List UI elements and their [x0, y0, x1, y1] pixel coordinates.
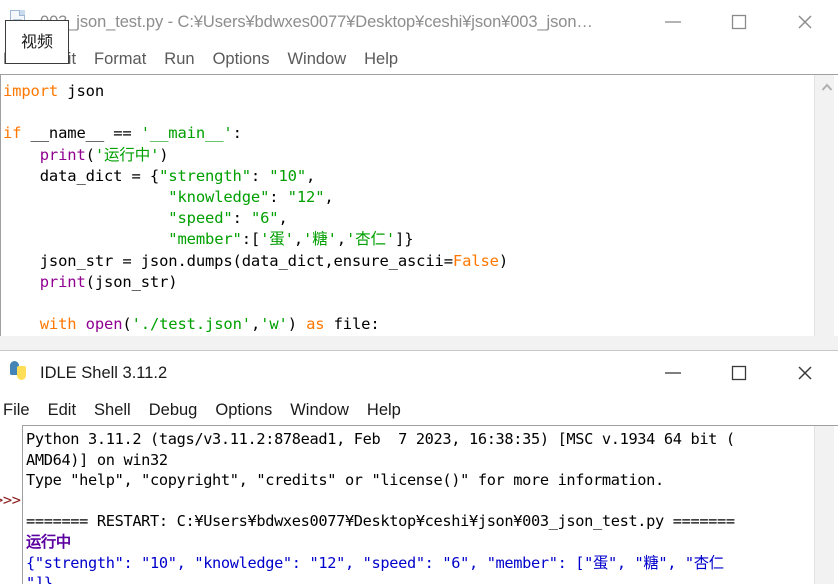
python-logo-icon: [10, 361, 32, 385]
editor-menu-format[interactable]: Format: [85, 44, 155, 74]
video-overlay-badge: 视频: [5, 20, 69, 64]
shell-line: "]}: [26, 574, 53, 584]
editor-title: 003_json_test.py - C:¥Users¥bdwxes0077¥D…: [40, 12, 593, 31]
editor-text-frame: import json if __name__ == '__main__': p…: [0, 74, 838, 336]
idle-shell-window: IDLE Shell 3.11.2 File Edit Shell Debug Opti…: [0, 350, 838, 584]
code-line: json_str = json.dumps(data_dict,ensure_a…: [3, 251, 509, 270]
code-line: if __name__ == '__main__':: [3, 124, 242, 143]
editor-horizontal-scrollbar[interactable]: [0, 336, 838, 350]
editor-menu-window[interactable]: Window: [278, 44, 355, 74]
shell-line: Type "help", "copyright", "credits" or "…: [26, 471, 664, 490]
shell-menu-window[interactable]: Window: [281, 395, 358, 425]
shell-text-frame: Python 3.11.2 (tags/v3.11.2:878ead1, Feb…: [22, 425, 838, 584]
code-line: print('运行中'): [39, 145, 169, 164]
shell-menu-help[interactable]: Help: [358, 395, 410, 425]
editor-menubar: FileEditFormatRunOptionsWindowHelp: [0, 44, 838, 74]
shell-prompt-gutter: >>>: [0, 425, 22, 584]
code-line: "member":['蛋','糖','杏仁']}: [168, 230, 414, 249]
editor-menu-run[interactable]: Run: [155, 44, 203, 74]
shell-line: AMD64)] on win32: [26, 450, 168, 469]
code-line: "knowledge": "12",: [168, 188, 334, 207]
shell-line: {"strength": "10", "knowledge": "12", "s…: [26, 553, 724, 572]
close-button[interactable]: [772, 0, 838, 44]
code-line: with open('./test.json','w') as file:: [39, 315, 380, 334]
editor-titlebar[interactable]: 003_json_test.py - C:¥Users¥bdwxes0077¥D…: [0, 0, 838, 44]
maximize-button[interactable]: [706, 351, 772, 395]
editor-window-controls: [640, 0, 838, 44]
minimize-button[interactable]: [640, 0, 706, 44]
shell-menu-file[interactable]: File: [0, 395, 39, 425]
shell-line: 运行中: [26, 532, 71, 551]
editor-scroll-edge: [834, 75, 838, 336]
shell-menu-debug[interactable]: Debug: [140, 395, 207, 425]
close-button[interactable]: [772, 351, 838, 395]
shell-line: Python 3.11.2 (tags/v3.11.2:878ead1, Feb…: [26, 430, 735, 448]
maximize-button[interactable]: [706, 0, 772, 44]
editor-menu-options[interactable]: Options: [204, 44, 279, 74]
code-line: data_dict = {"strength": "10",: [3, 166, 316, 185]
idle-editor-window: 003_json_test.py - C:¥Users¥bdwxes0077¥D…: [0, 0, 838, 350]
editor-menu-help[interactable]: Help: [355, 44, 407, 74]
shell-window-controls: [640, 351, 838, 395]
video-overlay-label: 视频: [20, 32, 53, 51]
code-editor-area[interactable]: import json if __name__ == '__main__': p…: [1, 75, 814, 336]
code-line: print(json_str): [39, 272, 178, 291]
shell-titlebar[interactable]: IDLE Shell 3.11.2: [0, 351, 838, 395]
code-line: import json: [3, 82, 105, 100]
shell-prompt: >>>: [0, 491, 21, 509]
shell-scroll-edge: [834, 426, 838, 584]
shell-menu-shell[interactable]: Shell: [85, 395, 140, 425]
shell-title: IDLE Shell 3.11.2: [40, 363, 168, 382]
shell-menu-edit[interactable]: Edit: [39, 395, 85, 425]
minimize-button[interactable]: [640, 351, 706, 395]
shell-output-area[interactable]: Python 3.11.2 (tags/v3.11.2:878ead1, Feb…: [23, 426, 814, 584]
code-line: "speed": "6",: [168, 209, 288, 228]
shell-menubar: File Edit Shell Debug Options Window Help: [0, 395, 838, 425]
shell-line: ======= RESTART: C:¥Users¥bdwxes0077¥Des…: [26, 512, 735, 531]
shell-menu-options[interactable]: Options: [206, 395, 281, 425]
screen: 003_json_test.py - C:¥Users¥bdwxes0077¥D…: [0, 0, 838, 584]
